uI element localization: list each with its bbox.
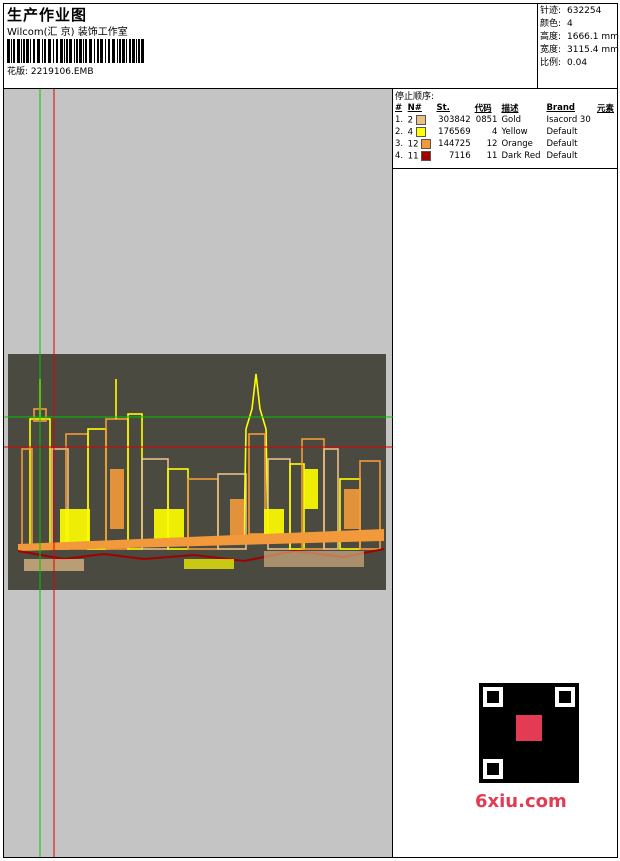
col-stitches: St. <box>436 102 450 113</box>
thread-table: # N# St. 代码 描述 Brand 元素 1. 2 303842 0851… <box>393 101 617 162</box>
design-stats: 针迹: 632254 颜色: 4 高度: 1666.1 mm 宽度: 3115.4 mm… <box>537 3 619 88</box>
stat-scale: 比例: 0.04 <box>540 58 588 68</box>
col-index: # <box>395 102 403 113</box>
seal-icon <box>516 715 542 741</box>
watermark-site: 6xiu.com <box>475 791 567 812</box>
design-label: 花版: <box>7 67 29 77</box>
worksheet-header: 生产作业图 Wilcom(汇 京) 装饰工作室 花版: 2219106.EMB … <box>3 3 619 89</box>
table-row: 4. 11 7116 11 Dark Red Default <box>395 150 578 162</box>
stat-width: 宽度: 3115.4 mm <box>540 45 619 55</box>
company-name: Wilcom(汇 京) 装饰工作室 <box>7 27 128 38</box>
col-element: 元素 <box>596 103 614 114</box>
col-brand: Brand <box>546 102 575 113</box>
color-swatch <box>415 114 426 125</box>
table-divider <box>393 168 618 169</box>
col-description: 描述 <box>501 103 519 114</box>
design-preview <box>4 89 393 857</box>
thread-table-header: # N# St. 代码 描述 Brand 元素 <box>393 101 617 114</box>
stat-colors: 颜色: 4 <box>540 19 573 29</box>
qr-code-image <box>479 683 579 783</box>
design-file: 花版: 2219106.EMB <box>7 64 94 77</box>
stop-sequence-panel: 停止顺序: # N# St. 代码 描述 Brand 元素 1. 2 30384… <box>393 89 618 857</box>
color-swatch <box>421 150 432 161</box>
color-swatch <box>421 138 432 149</box>
col-code: 代码 <box>474 103 492 114</box>
col-needle: N# <box>407 102 422 113</box>
skyline-embroidery <box>4 89 393 857</box>
qr-code <box>469 679 587 803</box>
table-row: 1. 2 303842 0851 Gold Isacord 30 <box>395 114 591 126</box>
page-title: 生产作业图 <box>7 6 88 24</box>
table-row: 3. 12 144725 12 Orange Default <box>395 138 578 150</box>
color-swatch <box>415 126 426 137</box>
table-row: 2. 4 176569 4 Yellow Default <box>395 126 578 138</box>
design-filename: 2219106.EMB <box>30 67 94 77</box>
barcode <box>7 39 144 63</box>
stat-stitches: 针迹: 632254 <box>540 6 602 16</box>
stat-height: 高度: 1666.1 mm <box>540 32 619 42</box>
